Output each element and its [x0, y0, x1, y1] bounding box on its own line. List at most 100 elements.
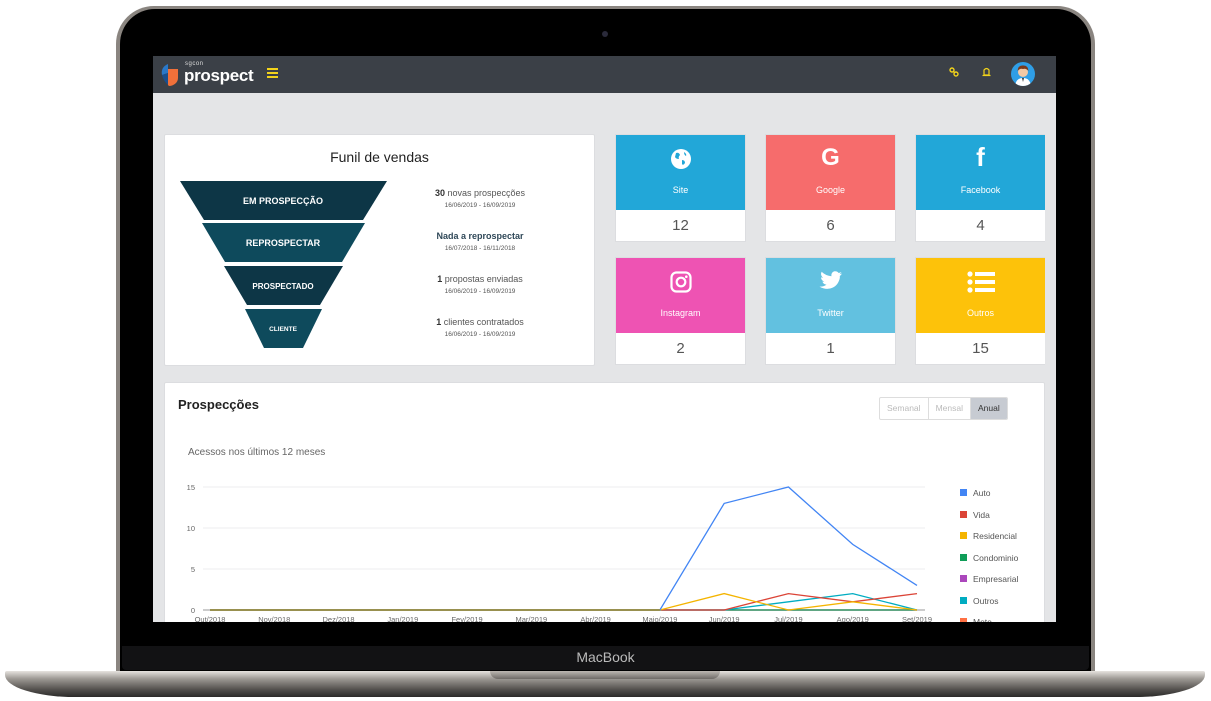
y-tick-label: 10 — [187, 524, 195, 533]
series-line-auto[interactable] — [210, 486, 918, 611]
sales-funnel-card: Funil de vendas EM PROSPECÇÃO REPROSPECT… — [164, 134, 595, 366]
funnel-stat: Nada a reprospectar 16/07/2018 - 16/11/2… — [421, 231, 539, 252]
legend-label: Auto — [973, 488, 991, 498]
menu-icon[interactable] — [267, 68, 278, 79]
tile-label: Facebook — [960, 185, 1001, 195]
user-avatar[interactable] — [1011, 62, 1035, 86]
globe-icon — [616, 148, 745, 175]
tile-header: Twitter — [766, 258, 895, 333]
legend-item[interactable]: Residencial — [960, 530, 1030, 552]
legend-swatch — [960, 532, 967, 539]
legend-item[interactable]: Vida — [960, 509, 1030, 531]
tile-label: Instagram — [660, 308, 701, 318]
stat-date: 16/06/2019 - 16/09/2019 — [444, 331, 516, 338]
funnel-stage-label: EM PROSPECÇÃO — [243, 196, 323, 206]
legend-swatch — [960, 489, 967, 496]
stat-date: 16/06/2019 - 16/09/2019 — [444, 202, 516, 209]
logo-icon — [161, 64, 178, 86]
google-icon: G — [821, 144, 840, 171]
tile-value: 1 — [826, 340, 835, 357]
stat-count: 30 — [434, 188, 445, 198]
funnel-title: Funil de vendas — [330, 149, 429, 165]
x-tick-label: Fev/2019 — [451, 615, 482, 622]
top-navbar: sgcon prospect — [153, 56, 1056, 93]
instagram-icon — [616, 271, 745, 298]
tile-label: Outros — [966, 308, 994, 318]
source-tile-google[interactable]: G Google 6 — [765, 134, 896, 242]
facebook-icon: f — [976, 142, 985, 172]
tile-value: 6 — [826, 217, 835, 234]
stat-date: 16/07/2018 - 16/11/2018 — [444, 245, 516, 252]
tile-header: G Google — [766, 135, 895, 210]
tile-value: 2 — [676, 340, 685, 357]
legend-swatch — [960, 618, 967, 622]
chart-legend: Auto Vida Residencial Condominio Empresarial… — [960, 487, 1030, 622]
legend-item[interactable]: Auto — [960, 487, 1030, 509]
source-tile-facebook[interactable]: f Facebook 4 — [915, 134, 1046, 242]
x-tick-label: Jan/2019 — [387, 615, 418, 622]
bell-icon[interactable] — [982, 67, 991, 81]
stat-text: novas prospecções — [444, 188, 526, 198]
x-tick-label: Out/2018 — [195, 615, 226, 622]
tile-header: f Facebook — [916, 135, 1045, 210]
tile-label: Site — [672, 185, 689, 195]
legend-label: Empresarial — [973, 574, 1019, 584]
line-chart: 0 5 10 15 Out/2018 Nov/2018 Dez/2018 Jan/2019 Fe… — [187, 483, 932, 622]
app-screen: sgcon prospect Funil de vendas EM PROSPE… — [153, 56, 1056, 622]
stat-text: Nada a reprospectar — [436, 231, 524, 241]
legend-label: Outros — [973, 595, 999, 606]
key-icon[interactable] — [949, 67, 959, 80]
x-tick-label: Dez/2018 — [322, 615, 354, 622]
funnel-stage-label: PROSPECTADO — [252, 282, 313, 291]
tile-label: Google — [815, 185, 846, 195]
logo-text: prospect — [184, 66, 254, 85]
camera — [602, 31, 608, 37]
legend-item[interactable]: Empresarial — [960, 573, 1030, 595]
legend-item[interactable]: Condominio — [960, 552, 1030, 574]
x-tick-label: Mar/2019 — [516, 615, 548, 622]
funnel-stage-label: CLIENTE — [269, 326, 297, 333]
funnel-stat: 1 clientes contratados 16/06/2019 - 16/0… — [421, 317, 539, 338]
list-icon — [916, 271, 1045, 298]
tile-value: 12 — [672, 217, 689, 234]
source-tile-instagram[interactable]: Instagram 2 — [615, 257, 746, 365]
x-tick-label: Jun/2019 — [709, 615, 740, 622]
device-brand-label: MacBook — [576, 649, 635, 665]
source-tile-twitter[interactable]: Twitter 1 — [765, 257, 896, 365]
y-tick-label: 5 — [191, 565, 195, 574]
legend-swatch — [960, 553, 967, 561]
tile-value: 4 — [976, 217, 985, 234]
funnel-stat: 1 propostas enviadas 16/06/2019 - 16/09/… — [421, 274, 539, 295]
tile-header: Site — [616, 135, 745, 210]
legend-label: Vida — [973, 509, 990, 520]
legend-label: Moto — [973, 617, 992, 622]
legend-swatch — [960, 575, 967, 582]
tile-header: Instagram — [616, 258, 745, 333]
y-tick-label: 0 — [191, 606, 195, 615]
legend-item[interactable]: Outros — [960, 595, 1030, 617]
stat-date: 16/06/2019 - 16/09/2019 — [444, 288, 516, 295]
page-scroll-area[interactable] — [1045, 93, 1056, 622]
x-tick-label: Abr/2019 — [580, 615, 610, 622]
prospeccoes-card: Prospecções Semanal Mensal Anual Acessos… — [164, 382, 1045, 622]
tile-label: Twitter — [817, 308, 844, 318]
twitter-icon — [766, 271, 895, 296]
stat-text: clientes contratados — [441, 317, 524, 327]
laptop-notch — [490, 671, 720, 679]
x-tick-label: Set/2019 — [902, 615, 932, 622]
legend-item[interactable]: Moto — [960, 616, 1030, 622]
tile-value: 15 — [972, 340, 989, 357]
x-tick-label: Nov/2018 — [258, 615, 290, 622]
legend-label: Residencial — [973, 531, 1017, 541]
x-tick-label: Jul/2019 — [774, 615, 802, 622]
x-tick-label: Maio/2019 — [642, 615, 677, 622]
funnel-stat: 30 novas prospecções 16/06/2019 - 16/09/… — [421, 188, 539, 209]
legend-swatch — [960, 596, 967, 604]
source-tile-site[interactable]: Site 12 — [615, 134, 746, 242]
stat-text: propostas enviadas — [442, 274, 523, 284]
source-tile-outros[interactable]: Outros 15 — [915, 257, 1046, 365]
legend-swatch — [960, 510, 967, 518]
legend-label: Condominio — [973, 552, 1019, 563]
funnel-stage-label: REPROSPECTAR — [246, 238, 321, 248]
x-tick-label: Ago/2019 — [837, 615, 869, 622]
